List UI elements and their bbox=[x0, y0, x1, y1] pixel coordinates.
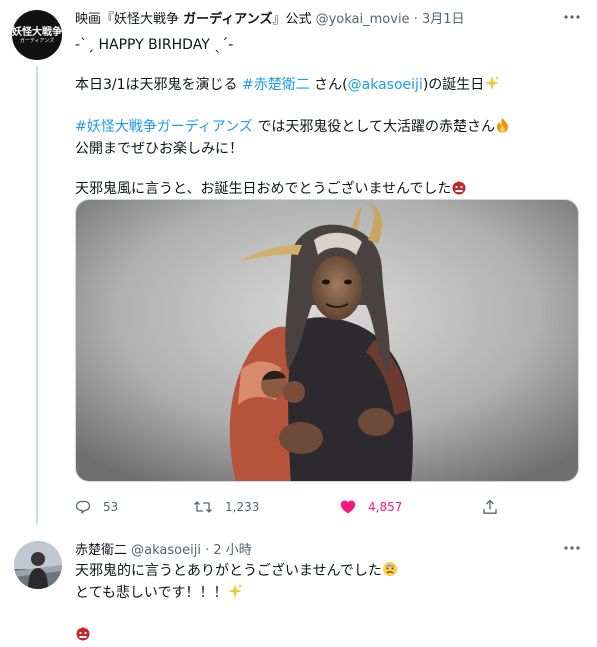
tweet-line-3: #妖怪大戦争ガーディアンズ では天邪鬼役として大活躍の赤楚さん bbox=[75, 117, 575, 139]
handle[interactable]: @akasoeiji bbox=[131, 543, 201, 558]
avatar-photo bbox=[14, 541, 62, 589]
display-name[interactable]: 赤楚衛二 bbox=[75, 543, 127, 558]
text-segment: 天邪鬼風に言うと、お誕生日おめでとうございませんでした bbox=[75, 181, 452, 197]
tweet-line-4: 公開までぜひお楽しみに！ bbox=[75, 141, 243, 157]
like-button[interactable]: 4,857 bbox=[340, 496, 402, 518]
separator: · bbox=[413, 12, 418, 27]
more-options-icon[interactable] bbox=[563, 543, 581, 553]
retweet-button[interactable]: 1,233 bbox=[193, 496, 259, 518]
name-suffix: 』公式 bbox=[272, 12, 312, 27]
text-segment: では天邪鬼役として大活躍の赤楚さん bbox=[252, 119, 495, 135]
timestamp[interactable]: 2 小時 bbox=[213, 543, 251, 558]
like-count: 4,857 bbox=[368, 500, 403, 514]
hashtag-link[interactable]: #赤楚衛二 bbox=[242, 77, 310, 93]
sparkles-icon bbox=[227, 583, 243, 605]
separator: · bbox=[205, 543, 210, 558]
avatar[interactable]: 妖怪大戦争 ガーディアンズ bbox=[12, 10, 62, 60]
text-segment: 天邪鬼的に言うとありがとうございませんでした bbox=[75, 563, 382, 579]
reply-icon bbox=[75, 500, 91, 515]
text-segment: 本日3/1は天邪鬼を演じる bbox=[75, 77, 242, 93]
reply-count: 53 bbox=[103, 500, 119, 514]
crying-face-icon bbox=[382, 561, 398, 583]
retweet-icon bbox=[194, 501, 212, 513]
tweet-line-1: -ˋˏ HAPPY BIRHDAY ˎˊ- bbox=[75, 37, 234, 53]
retweet-count: 1,233 bbox=[225, 500, 260, 514]
text-segment: とても悲しいです！！！ bbox=[75, 585, 228, 601]
tweet-line-5: 天邪鬼風に言うと、お誕生日おめでとうございませんでした bbox=[75, 179, 575, 201]
avatar-logo-subtext: ガーディアンズ bbox=[19, 37, 55, 44]
hashtag-link[interactable]: #妖怪大戦争ガーディアンズ bbox=[75, 119, 253, 135]
ogre-icon bbox=[451, 179, 467, 201]
reply-tweet[interactable]: 赤楚衛二 @akasoeiji · 2 小時 天邪鬼的に言うとありがとうございま… bbox=[0, 531, 597, 641]
reply-line-2: とても悲しいです！！！ bbox=[75, 583, 575, 605]
mention-link[interactable]: @akasoeiji bbox=[348, 77, 423, 93]
reply-button[interactable]: 53 bbox=[75, 496, 118, 518]
fire-icon bbox=[495, 117, 510, 139]
share-button[interactable] bbox=[482, 496, 498, 518]
display-name[interactable]: 映画『妖怪大戦争 ガーディアンズ』公式 bbox=[75, 12, 311, 27]
ogre-icon bbox=[75, 625, 91, 647]
more-options-icon[interactable] bbox=[563, 12, 581, 26]
yokai-character-photo bbox=[76, 200, 578, 481]
thread-line bbox=[36, 66, 38, 524]
avatar-logo-text: 妖怪大戦争 bbox=[12, 26, 62, 38]
text-segment: さん( bbox=[309, 77, 348, 93]
avatar[interactable] bbox=[14, 541, 62, 589]
reply-header: 赤楚衛二 @akasoeiji · 2 小時 bbox=[75, 542, 252, 560]
tweet-text: -ˋˏ HAPPY BIRHDAY ˎˊ- 本日3/1は天邪鬼を演じる #赤楚衛… bbox=[75, 35, 575, 201]
tweet-header: 映画『妖怪大戦争 ガーディアンズ』公式 @yokai_movie · 3月1日 bbox=[75, 11, 583, 29]
name-prefix: 映画『妖怪大戦争 bbox=[75, 12, 184, 27]
sparkles-icon bbox=[484, 75, 500, 97]
share-icon bbox=[483, 499, 497, 514]
handle[interactable]: @yokai_movie bbox=[316, 12, 410, 27]
heart-icon bbox=[340, 500, 356, 514]
tweet-image[interactable] bbox=[75, 199, 579, 482]
reply-line-3 bbox=[75, 625, 575, 647]
reply-text: 天邪鬼的に言うとありがとうございませんでした とても悲しいです！！！ bbox=[75, 561, 575, 647]
reply-line-1: 天邪鬼的に言うとありがとうございませんでした bbox=[75, 561, 575, 583]
tweet-actions: 53 1,233 4,857 bbox=[75, 496, 505, 518]
timestamp[interactable]: 3月1日 bbox=[422, 12, 465, 27]
tweet-line-2: 本日3/1は天邪鬼を演じる #赤楚衛二 さん(@akasoeiji)の誕生日 bbox=[75, 75, 575, 97]
name-bold: ガーディアンズ bbox=[183, 12, 273, 27]
text-segment: )の誕生日 bbox=[422, 77, 485, 93]
